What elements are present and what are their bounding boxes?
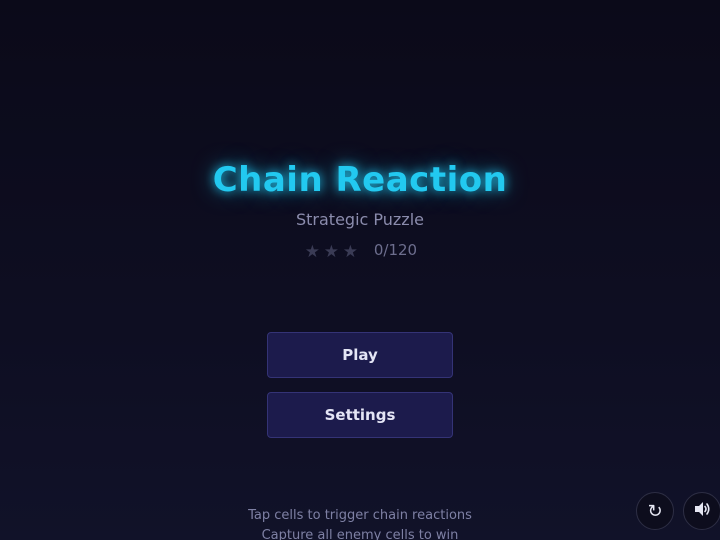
star-icon: ★ bbox=[304, 242, 320, 262]
sound-toggle-button[interactable] bbox=[683, 492, 720, 530]
restart-button[interactable]: ↻ bbox=[636, 492, 674, 530]
game-title: Chain Reaction bbox=[212, 160, 508, 200]
game-subtitle: Strategic Puzzle bbox=[295, 210, 424, 229]
restart-icon: ↻ bbox=[647, 500, 663, 522]
stars-rating: ★ ★ ★ bbox=[303, 244, 360, 261]
hint-text: Tap cells to trigger chain reactions bbox=[248, 508, 472, 523]
stars-count: 0/120 bbox=[373, 240, 418, 259]
hint-text: Capture all enemy cells to win bbox=[261, 528, 459, 540]
star-icon: ★ bbox=[323, 242, 339, 262]
speaker-icon bbox=[692, 499, 712, 524]
play-button[interactable]: Play bbox=[267, 332, 453, 378]
star-icon: ★ bbox=[342, 242, 358, 262]
stars-progress: ★ ★ ★ 0/120 bbox=[0, 238, 720, 261]
settings-button[interactable]: Settings bbox=[267, 392, 453, 438]
